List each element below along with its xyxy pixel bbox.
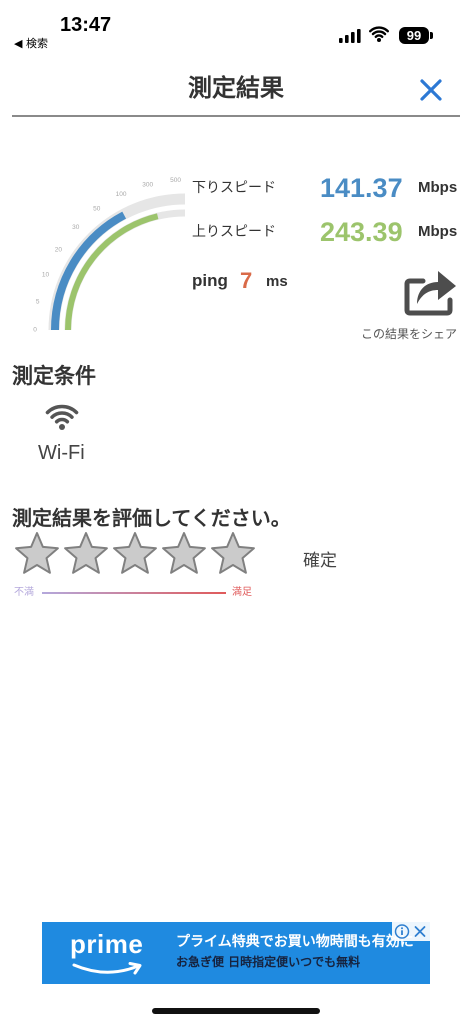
rating-heading: 測定結果を評価してください。 [12,506,291,530]
ad-headline: プライム特典でお買い物時間も有効に [176,934,414,950]
info-icon[interactable] [392,922,411,941]
ad-close-icon[interactable] [411,922,430,941]
share-button[interactable] [403,262,457,316]
back-to-search-link[interactable]: ◀ 検索 [14,37,48,51]
gauge-scale-label: 0 [33,327,37,334]
speed-gauge: 0 5 10 20 30 50 100 300 500 [33,177,186,334]
rating-scale-line [42,592,226,594]
ad-choices[interactable] [392,922,430,941]
upload-value: 243.39 [320,217,403,247]
battery-icon: 99 [399,27,429,44]
ad-subline: お急ぎ便 日時指定便いつでも無料 [176,955,361,969]
header-divider [12,115,460,117]
gauge-scale-label: 100 [116,191,127,198]
rating-star-2[interactable] [63,531,109,577]
confirm-button[interactable]: 確定 [303,551,337,571]
rating-star-3[interactable] [112,531,158,577]
ad-banner[interactable]: prime プライム特典でお買い物時間も有効に お急ぎ便 日時指定便いつでも無料 [42,922,430,984]
download-arc [51,211,127,331]
star-icon [15,532,59,574]
page-title: 測定結果 [188,74,284,102]
close-icon [420,79,442,101]
prime-wordmark: prime [70,929,144,959]
wifi-icon [45,404,79,430]
rating-star-5[interactable] [210,531,256,577]
upload-unit: Mbps [418,223,458,240]
rating-star-1[interactable] [14,531,60,577]
download-label: 下りスピード [192,180,276,196]
wifi-icon [369,26,389,42]
ping-unit: ms [266,273,288,290]
smile-arrow-icon [72,962,142,975]
ping-label: ping [192,271,228,290]
network-type-label: Wi-Fi [38,442,85,464]
star-icon [113,532,157,574]
rating-high-label: 満足 [232,587,252,598]
rating-star-4[interactable] [161,531,207,577]
upload-label: 上りスピード [192,224,276,240]
battery-nub [430,32,433,39]
gauge-scale-label: 20 [55,246,63,253]
ping-value: 7 [240,268,253,293]
battery-level: 99 [406,28,422,43]
gauge-scale-label: 300 [142,181,153,188]
status-time: 13:47 [60,14,112,36]
close-button[interactable] [418,77,444,103]
gauge-scale-label: 500 [170,177,181,184]
home-indicator[interactable] [152,1008,320,1014]
rating-low-label: 不満 [14,587,34,598]
gauge-scale-label: 30 [72,224,80,231]
gauge-scale-label: 50 [93,205,101,212]
prime-logo: prime [70,928,150,980]
upload-arc [65,213,159,331]
star-icon [211,532,255,574]
gauge-scale-label: 5 [36,299,40,306]
star-icon [64,532,108,574]
signal-icon [339,29,361,43]
download-unit: Mbps [418,179,458,196]
download-value: 141.37 [320,173,403,203]
gauge-scale-label: 10 [42,272,50,279]
share-label[interactable]: この結果をシェア [361,326,457,342]
share-icon [404,271,456,316]
rating-stars[interactable] [14,531,256,577]
conditions-heading: 測定条件 [12,364,96,388]
star-icon [162,532,206,574]
